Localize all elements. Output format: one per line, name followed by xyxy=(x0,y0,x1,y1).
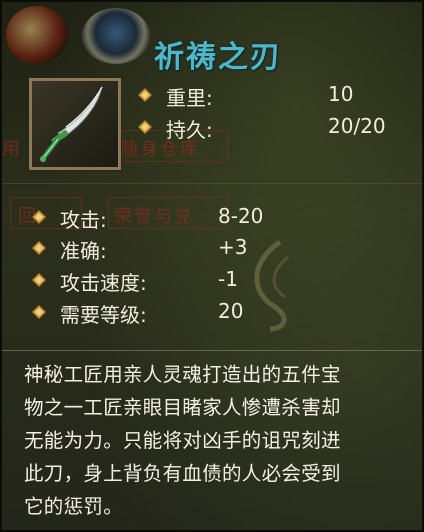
background-label: 用 xyxy=(2,139,22,160)
item-description: 神秘工匠用亲人灵魂打造出的五件宝 物之一工匠亲眼目睹家人惨遭杀害却 无能为力。只… xyxy=(24,358,419,523)
diamond-bullet-icon xyxy=(138,88,152,102)
stat-value: 8-20 xyxy=(218,204,264,228)
description-line: 无能为力。只能将对凶手的诅咒刻进 xyxy=(24,429,341,452)
stat-value: 10 xyxy=(328,82,354,106)
stat-label: 持久: xyxy=(166,118,213,142)
description-line: 此刀，身上背负有血债的人必会受到 xyxy=(24,462,341,485)
stat-row-durability: 持久: 20/20 xyxy=(138,114,408,142)
item-tooltip: 随身仓库 用 荣誉与兑 回 祈祷之刃 重里: 10 持久: 20/20 攻击: … xyxy=(0,0,424,532)
description-line: 神秘工匠用亲人灵魂打造出的五件宝 xyxy=(24,363,341,386)
stat-row-accuracy: 准确: +3 xyxy=(32,235,292,263)
diamond-bullet-icon xyxy=(32,305,46,319)
curved-blade-icon xyxy=(40,86,103,162)
diamond-bullet-icon xyxy=(32,241,46,255)
stat-value: +3 xyxy=(218,235,248,259)
stat-value: -1 xyxy=(218,267,238,291)
stat-value: 20 xyxy=(218,299,244,323)
item-icon-frame xyxy=(28,77,122,171)
stat-row-required-level: 需要等级: 20 xyxy=(32,299,292,327)
stat-label: 准确: xyxy=(60,239,107,263)
stat-row-weight: 重里: 10 xyxy=(138,82,408,110)
diamond-bullet-icon xyxy=(138,120,152,134)
stat-label: 攻击速度: xyxy=(60,271,147,295)
background-ring-icon xyxy=(6,6,68,64)
stat-row-attack-speed: 攻击速度: -1 xyxy=(32,267,292,295)
stat-label: 需要等级: xyxy=(60,303,147,327)
diamond-bullet-icon xyxy=(32,210,46,224)
stat-value: 20/20 xyxy=(328,114,386,138)
stat-label: 重里: xyxy=(166,86,213,110)
stat-label: 攻击: xyxy=(60,208,107,232)
stat-row-attack: 攻击: 8-20 xyxy=(32,204,292,232)
background-bracelet-icon xyxy=(82,8,150,64)
diamond-bullet-icon xyxy=(32,273,46,287)
item-name: 祈祷之刃 xyxy=(154,40,282,75)
divider xyxy=(2,183,422,184)
background-equipment-slots xyxy=(2,2,152,67)
description-line: 它的惩罚。 xyxy=(24,495,124,518)
divider xyxy=(2,350,422,351)
description-line: 物之一工匠亲眼目睹家人惨遭杀害却 xyxy=(24,396,341,419)
